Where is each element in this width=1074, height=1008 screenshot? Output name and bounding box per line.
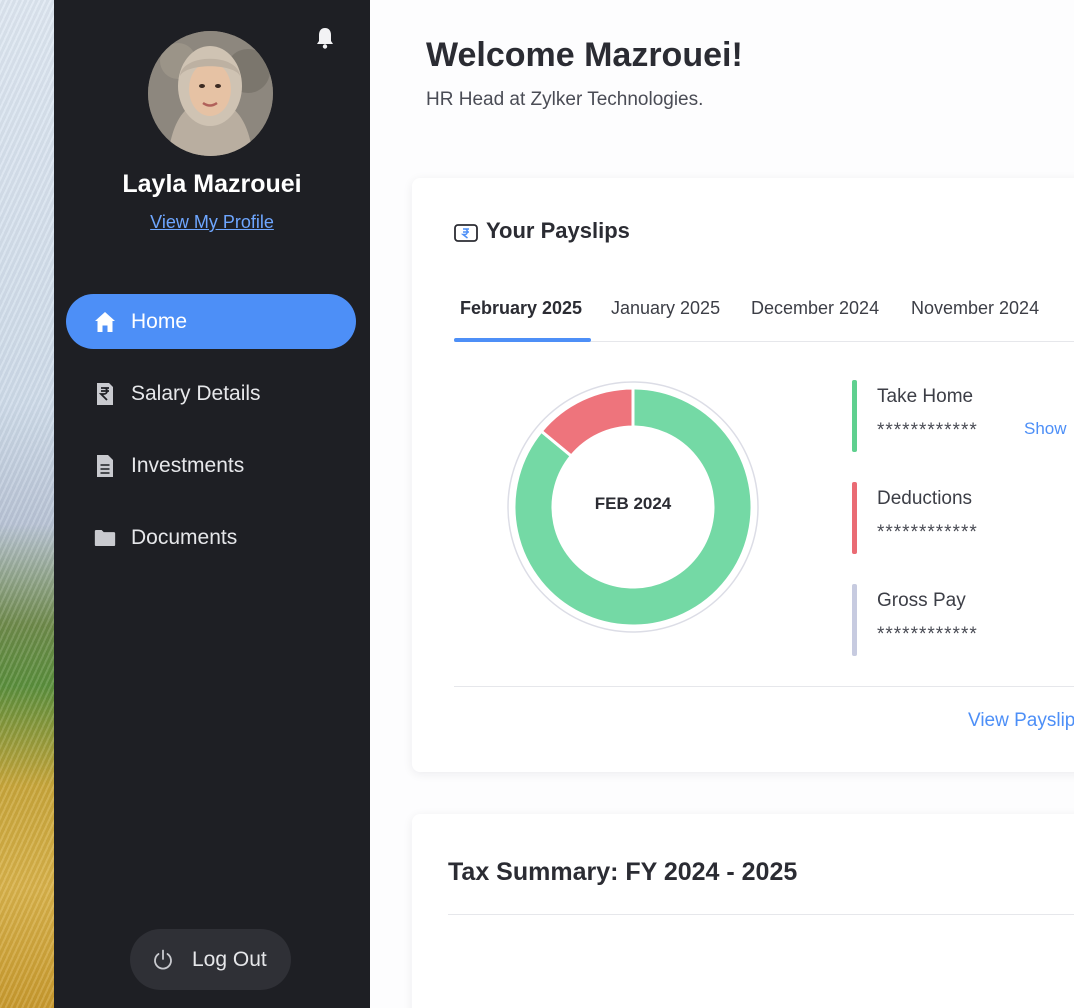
- legend-deductions: Deductions ************: [852, 482, 1074, 554]
- tab-december-2024[interactable]: December 2024: [751, 298, 879, 319]
- sidebar-item-documents[interactable]: Documents: [66, 510, 356, 565]
- legend-color-bar: [852, 482, 857, 554]
- payslips-card-title: Your Payslips: [454, 218, 630, 244]
- legend-color-bar: [852, 584, 857, 656]
- tab-january-2025[interactable]: January 2025: [611, 298, 720, 319]
- divider: [448, 914, 1074, 915]
- donut-center-label: FEB 2024: [594, 494, 672, 513]
- page-title: Welcome Mazrouei!: [426, 36, 743, 74]
- legend-name: Take Home: [877, 386, 974, 407]
- notification-bell-icon[interactable]: [315, 26, 335, 50]
- legend-gross-pay: Gross Pay ************: [852, 584, 1074, 656]
- legend-masked-value: ************: [877, 522, 978, 543]
- view-payslips-link[interactable]: View Payslips: [968, 710, 1074, 732]
- active-tab-indicator: [454, 338, 591, 342]
- legend-name: Deductions: [877, 488, 973, 509]
- home-icon: [94, 310, 116, 334]
- tax-summary-title: Tax Summary: FY 2024 - 2025: [448, 858, 798, 886]
- desktop-wallpaper: [0, 0, 54, 1008]
- sidebar-item-investments[interactable]: Investments: [66, 438, 356, 493]
- payslips-card: Your Payslips February 2025 January 2025…: [412, 178, 1074, 772]
- divider: [454, 686, 1074, 687]
- page-subtitle: HR Head at Zylker Technologies.: [426, 89, 704, 110]
- legend-masked-value: ************: [877, 420, 978, 441]
- folder-icon: [94, 526, 116, 550]
- legend-take-home: Take Home ************ Show: [852, 380, 1074, 452]
- logout-button[interactable]: Log Out: [130, 929, 291, 990]
- tax-summary-card: Tax Summary: FY 2024 - 2025: [412, 814, 1074, 1008]
- user-name: Layla Mazrouei: [122, 170, 302, 198]
- legend-name: Gross Pay: [877, 590, 966, 611]
- view-profile-link[interactable]: View My Profile: [54, 212, 370, 233]
- tab-november-2024[interactable]: November 2024: [911, 298, 1039, 319]
- sidebar-item-label: Home: [131, 309, 188, 333]
- sidebar: Layla Mazrouei View My Profile Home Sala…: [54, 0, 370, 1008]
- logout-label: Log Out: [192, 947, 267, 971]
- main-content: Welcome Mazrouei! HR Head at Zylker Tech…: [370, 0, 1074, 1008]
- tab-february-2025[interactable]: February 2025: [460, 298, 582, 319]
- sidebar-item-label: Documents: [131, 525, 238, 549]
- power-icon: [152, 949, 174, 971]
- avatar[interactable]: [148, 31, 273, 156]
- rupee-note-icon: [454, 222, 478, 242]
- sidebar-item-home[interactable]: Home: [66, 294, 356, 349]
- sidebar-item-label: Salary Details: [131, 381, 261, 405]
- sidebar-item-salary-details[interactable]: Salary Details: [66, 366, 356, 421]
- legend-masked-value: ************: [877, 624, 978, 645]
- rupee-document-icon: [94, 382, 116, 406]
- document-icon: [94, 454, 116, 478]
- sidebar-item-label: Investments: [131, 453, 245, 477]
- show-take-home-button[interactable]: Show: [1024, 419, 1067, 439]
- payslip-month-tabs: February 2025 January 2025 December 2024…: [454, 288, 1074, 342]
- payslips-title-text: Your Payslips: [486, 218, 630, 243]
- legend-color-bar: [852, 380, 857, 452]
